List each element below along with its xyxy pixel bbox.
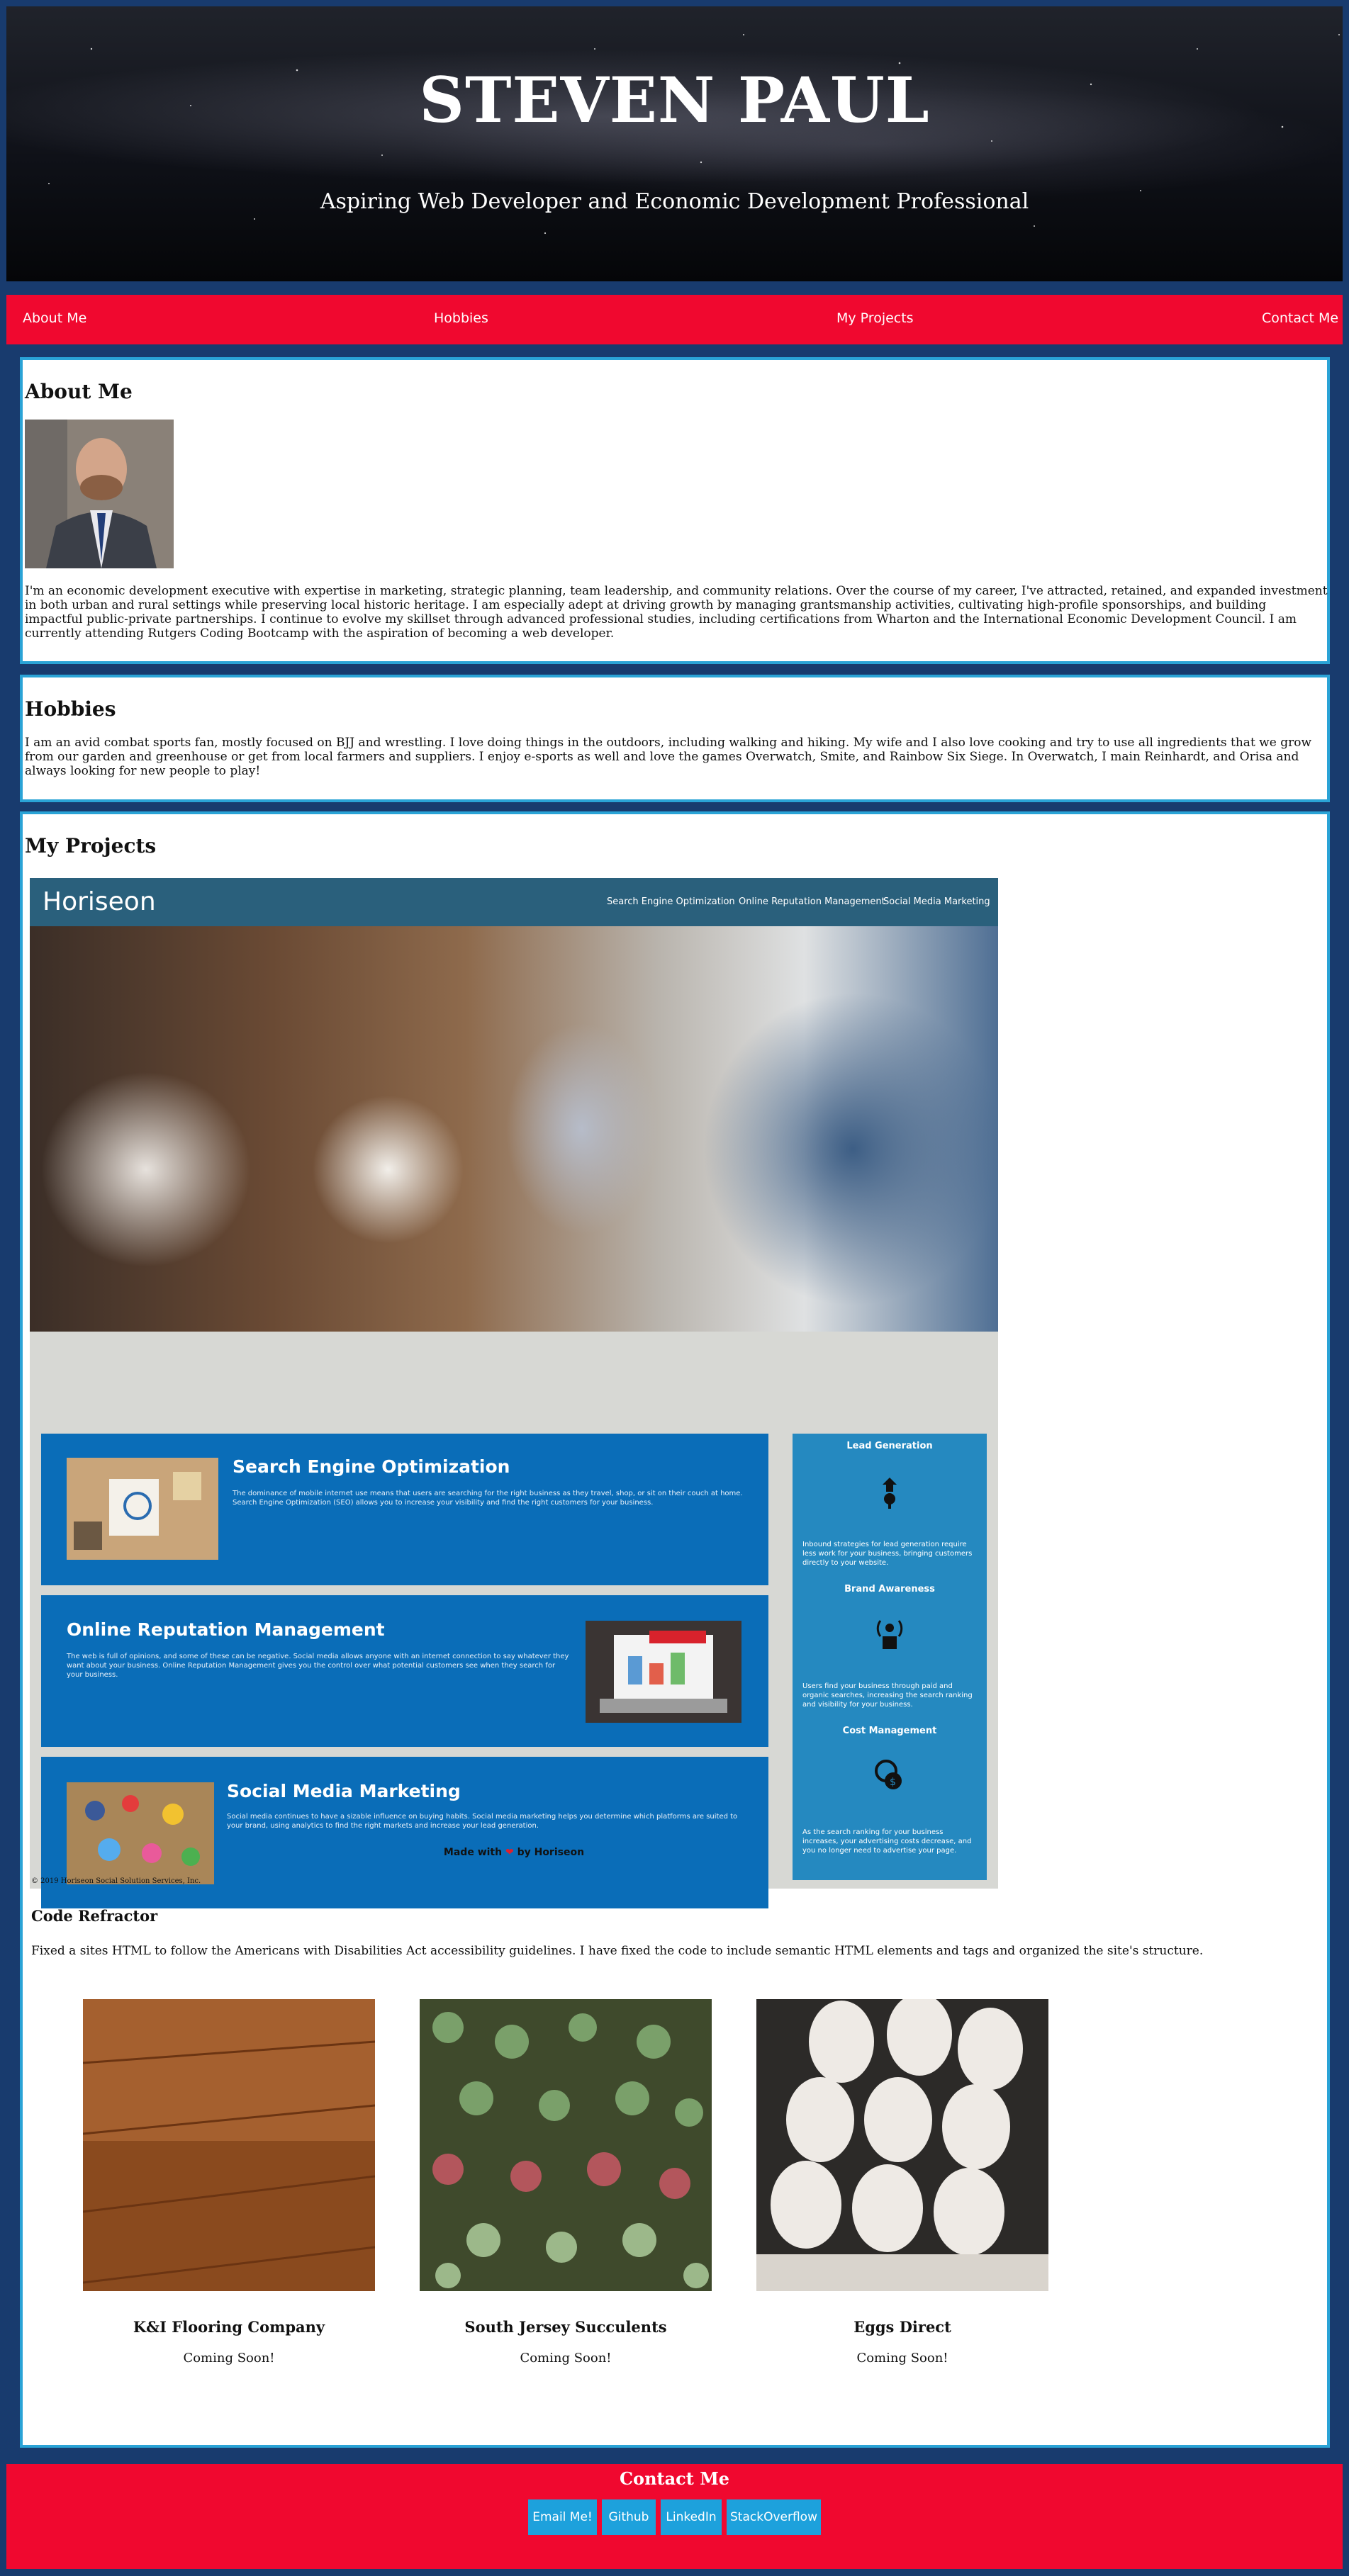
- about-title: About Me: [25, 380, 133, 403]
- contact-footer: Contact Me Email Me! Github LinkedIn Sta…: [6, 2464, 1343, 2569]
- succulents-status: Coming Soon!: [520, 2351, 612, 2366]
- lead-generation-icon: [883, 1478, 897, 1509]
- contact-title: Contact Me: [619, 2468, 730, 2489]
- projects-section: My Projects Horiseon Search Engine Optim…: [20, 811, 1330, 2448]
- wood-floor-image: [82, 1999, 376, 2291]
- linkedin-button[interactable]: LinkedIn: [661, 2499, 722, 2535]
- cost-management-icon: $: [875, 1760, 902, 1789]
- about-text: I'm an economic development executive wi…: [25, 584, 1328, 641]
- smm-text: Social media continues to have a sizable…: [227, 1813, 738, 1830]
- horiseon-project-screenshot[interactable]: Horiseon Search Engine Optimization Onli…: [30, 878, 998, 1908]
- horiseon-hero-photo: [30, 926, 998, 1332]
- eggs-image: [756, 1993, 1048, 2291]
- starfield-background: [48, 34, 1340, 235]
- social-media-image-icon: [67, 1782, 214, 1884]
- seo-image-icon: [67, 1458, 218, 1560]
- horiseon-nav-smm: Social Media Marketing: [883, 896, 990, 907]
- about-section: About Me I'm an economic development exe…: [20, 357, 1330, 664]
- email-button[interactable]: Email Me!: [528, 2499, 597, 2535]
- horiseon-benefits-panel: Lead Generation Inbound strategies for l…: [793, 1434, 987, 1880]
- brand-awareness-icon: [876, 1620, 903, 1649]
- nav-about-me[interactable]: About Me: [23, 310, 86, 326]
- seo-text: The dominance of mobile internet use mea…: [233, 1490, 743, 1507]
- svg-text:$: $: [890, 1777, 896, 1788]
- site-tagline: Aspiring Web Developer and Economic Deve…: [320, 189, 1029, 214]
- site-title: STEVEN PAUL: [419, 63, 930, 137]
- brand-awareness-text: Users find your business through paid an…: [802, 1682, 973, 1709]
- horiseon-footer: Made with ❤ by Horiseon: [30, 1847, 998, 1858]
- horiseon-seo-box: Search Engine Optimization The dominance…: [41, 1434, 768, 1585]
- heart-icon: ❤: [505, 1847, 514, 1858]
- project-tile-flooring[interactable]: K&I Flooring Company Coming Soon!: [82, 1999, 376, 2366]
- hobbies-section: Hobbies I am an avid combat sports fan, …: [20, 675, 1330, 802]
- horiseon-logo: Horiseon: [43, 887, 156, 916]
- refactor-title: Code Refractor: [31, 1907, 158, 1925]
- lead-generation-title: Lead Generation: [846, 1441, 933, 1451]
- orm-title: Online Reputation Management: [67, 1619, 385, 1640]
- horiseon-smm-box: Social Media Marketing Social media cont…: [41, 1757, 768, 1908]
- reputation-image-icon: [586, 1621, 741, 1723]
- horiseon-orm-box: Online Reputation Management The web is …: [41, 1595, 768, 1747]
- lead-generation-text: Inbound strategies for lead generation r…: [802, 1541, 973, 1567]
- project-tile-succulents[interactable]: South Jersey Succulents Coming Soon!: [420, 1999, 712, 2366]
- succulents-image: [420, 1999, 712, 2291]
- hobbies-text: I am an avid combat sports fan, mostly f…: [25, 736, 1311, 778]
- refactor-text: Fixed a sites HTML to follow the America…: [31, 1944, 1204, 1958]
- nav-contact-me[interactable]: Contact Me: [1262, 310, 1338, 326]
- nav-my-projects[interactable]: My Projects: [836, 310, 914, 326]
- eggs-name: Eggs Direct: [853, 2318, 951, 2336]
- projects-title: My Projects: [25, 834, 157, 857]
- orm-text: The web is full of opinions, and some of…: [67, 1653, 569, 1679]
- seo-title: Search Engine Optimization: [233, 1456, 510, 1477]
- cost-management-title: Cost Management: [842, 1726, 937, 1736]
- project-tile-eggs[interactable]: Eggs Direct Coming Soon!: [756, 1993, 1048, 2366]
- github-button[interactable]: Github: [602, 2499, 656, 2535]
- horiseon-nav-orm: Online Reputation Management: [739, 896, 885, 907]
- profile-photo: [25, 420, 174, 568]
- made-with-text: Made with: [443, 1847, 503, 1858]
- hero-header: STEVEN PAUL Aspiring Web Developer and E…: [6, 6, 1343, 281]
- flooring-name: K&I Flooring Company: [133, 2318, 325, 2336]
- succulents-name: South Jersey Succulents: [464, 2318, 667, 2336]
- main-nav: About Me Hobbies My Projects Contact Me: [6, 295, 1343, 344]
- smm-title: Social Media Marketing: [227, 1781, 461, 1801]
- brand-awareness-title: Brand Awareness: [844, 1584, 935, 1594]
- person-icon: [25, 420, 174, 568]
- horiseon-header: Horiseon Search Engine Optimization Onli…: [30, 878, 998, 926]
- stackoverflow-button[interactable]: StackOverflow: [727, 2499, 821, 2535]
- flooring-status: Coming Soon!: [183, 2351, 275, 2366]
- hobbies-title: Hobbies: [25, 697, 116, 721]
- horiseon-nav-seo: Search Engine Optimization: [607, 896, 735, 907]
- nav-hobbies[interactable]: Hobbies: [434, 310, 488, 326]
- horiseon-copyright: © 2019 Horiseon Social Solution Services…: [31, 1877, 201, 1885]
- by-horiseon-text: by Horiseon: [517, 1847, 585, 1858]
- eggs-status: Coming Soon!: [856, 2351, 948, 2366]
